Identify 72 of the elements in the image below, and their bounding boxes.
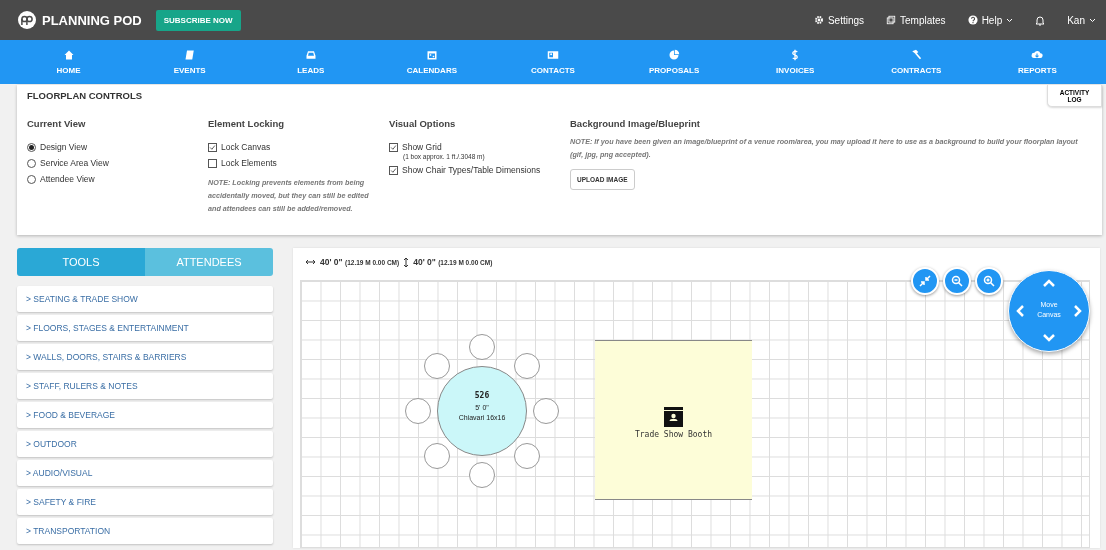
radio-label: Service Area View [40, 158, 109, 168]
subscribe-button[interactable]: SUBSCRIBE NOW [155, 9, 241, 31]
gear-icon [813, 15, 824, 25]
nav-item[interactable]: CONTACTS [492, 40, 614, 84]
caret-icon [1089, 17, 1096, 23]
nav-item[interactable]: EVENTS [129, 40, 251, 84]
checkbox-label: Lock Elements [221, 158, 277, 168]
inbox-icon [304, 49, 317, 61]
nav-item[interactable]: CALENDARS [371, 40, 493, 84]
home-icon [62, 49, 75, 61]
tool-category[interactable]: > TRANSPORTATION [17, 518, 273, 544]
chair[interactable] [405, 398, 431, 424]
chair[interactable] [469, 334, 495, 360]
nav-item[interactable]: CONTRACTS [855, 40, 977, 84]
gavel-icon [910, 49, 923, 61]
logo-icon [18, 11, 36, 29]
header-link[interactable]: Settings [813, 14, 865, 26]
checkbox-label: Lock Canvas [221, 142, 271, 152]
checkbox[interactable] [208, 158, 217, 168]
section-heading: Element Locking [208, 118, 284, 129]
collapse-icon[interactable] [911, 267, 939, 295]
section-heading: Current View [27, 118, 86, 129]
chair[interactable] [514, 352, 541, 379]
nav-item[interactable]: REPORTS [976, 40, 1098, 84]
header-link[interactable]: Help [967, 14, 1014, 26]
bell-icon[interactable] [1035, 14, 1046, 26]
panel-title: FLOORPLAN CONTROLS [27, 89, 143, 101]
cloud-download-icon [1031, 49, 1044, 61]
copy-icon [886, 15, 897, 25]
brand-name: PLANNING POD [42, 12, 142, 28]
checkbox[interactable] [208, 142, 217, 152]
tool-category[interactable]: > AUDIO/VISUAL [17, 460, 273, 486]
calendar-icon [425, 49, 438, 61]
chair[interactable] [469, 462, 495, 488]
vertical-arrow-icon [403, 256, 410, 268]
zoom-out-icon[interactable] [943, 267, 971, 295]
chair[interactable] [423, 443, 450, 470]
tool-category[interactable]: > OUTDOOR [17, 431, 273, 457]
nav-item[interactable]: HOME [8, 40, 130, 84]
trade-show-booth[interactable]: Trade Show Booth [595, 340, 752, 500]
booth-label: Trade Show Booth [633, 430, 714, 439]
tool-category[interactable]: > FLOORS, STAGES & ENTERTAINMENT [17, 315, 273, 341]
tool-category[interactable]: > SEATING & TRADE SHOW [17, 286, 273, 312]
help-icon [967, 15, 978, 25]
tool-category[interactable]: > WALLS, DOORS, STAIRS & BARRIERS [17, 344, 273, 370]
card-icon [547, 49, 559, 61]
nav-item[interactable]: INVOICES [734, 40, 856, 84]
chair[interactable] [533, 398, 559, 424]
zoom-in-icon[interactable] [975, 267, 1003, 295]
book-icon [183, 49, 196, 61]
tool-category[interactable]: > STAFF, RULERS & NOTES [17, 373, 273, 399]
checkbox-label: Show Grid [402, 142, 442, 152]
tool-category[interactable]: > FOOD & BEVERAGE [17, 402, 273, 428]
user-menu[interactable]: Kan [1067, 14, 1096, 26]
chair[interactable] [514, 443, 541, 470]
checkbox-label: Show Chair Types/Table Dimensions [402, 165, 541, 175]
nav-item[interactable]: LEADS [250, 40, 372, 84]
radio-label: Attendee View [40, 174, 95, 184]
nav-item[interactable]: PROPOSALS [613, 40, 735, 84]
section-heading: Visual Options [389, 118, 456, 129]
horizontal-arrow-icon [305, 259, 316, 265]
section-heading: Background Image/Blueprint [570, 118, 700, 129]
table-number: 526 [473, 391, 491, 400]
caret-icon [1006, 17, 1014, 23]
radio-label: Design View [40, 142, 88, 152]
chair[interactable] [423, 352, 450, 379]
header-link[interactable]: Templates [886, 14, 946, 26]
checkbox[interactable] [389, 165, 398, 175]
tool-category[interactable]: > SAFETY & FIRE [17, 489, 273, 515]
checkbox[interactable] [389, 142, 398, 152]
pie-chart-icon [668, 49, 681, 61]
booth-icon [664, 407, 683, 427]
